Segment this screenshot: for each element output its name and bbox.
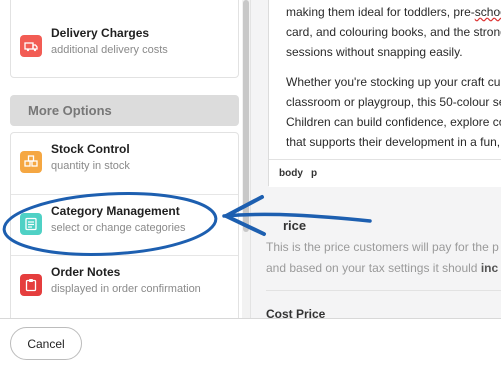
editor-paragraph: making them ideal for toddlers, pre-scho… [286,2,501,62]
editor-paragraph: Whether you're stocking up your craft cu… [286,72,501,152]
editor-text-line: classroom or playgroup, this 50-colour s… [286,95,501,109]
option-title: Stock Control [51,142,130,156]
modal-footer: Cancel [0,318,501,371]
boxes-icon [20,151,42,173]
price-desc-text: and based on your tax settings it should [266,261,481,275]
price-desc-line: and based on your tax settings it should… [266,258,501,279]
editor-text-line: Whether you're stocking up your craft cu… [286,75,501,89]
section-divider [266,290,501,291]
sidebar-scrollbar-thumb[interactable] [243,0,249,232]
option-subtitle: quantity in stock [51,160,130,172]
price-desc-bold: inc [480,261,499,275]
option-title: Category Management [51,204,180,218]
option-stock-control[interactable]: Stock Control quantity in stock [11,133,238,191]
option-delivery-charges[interactable]: Delivery Charges additional delivery cos… [11,17,238,75]
option-category-management[interactable]: Category Management select or change cat… [11,194,238,253]
option-order-notes[interactable]: Order Notes displayed in order confirmat… [11,255,238,314]
editor-text-line: card, and colouring books, and the stron… [286,25,501,39]
price-desc-line: This is the price customers will pay for… [266,240,499,254]
editor-content[interactable]: making them ideal for toddlers, pre-scho… [286,2,501,162]
options-card-bottom: Stock Control quantity in stock Category… [10,132,239,318]
cancel-button[interactable]: Cancel [10,327,82,360]
more-options-header[interactable]: More Options [10,95,239,126]
editor-text-line: sessions without snapping easily. [286,45,463,59]
misspelled-word: schoo [474,5,501,19]
truck-icon [20,35,42,57]
price-description: This is the price customers will pay for… [266,237,501,279]
editor-status-bar: body p [269,159,501,187]
price-title: rice [283,218,307,233]
option-subtitle: displayed in order confirmation [51,283,201,295]
editor-text-line: Children can build confidence, explore c… [286,115,501,129]
editor-text-line: that supports their development in a fun… [286,135,501,149]
option-title: Delivery Charges [51,26,150,40]
options-sidebar: Delivery Charges additional delivery cos… [0,0,251,318]
list-icon [20,213,42,235]
clipboard-icon [20,274,42,296]
element-path-p[interactable]: p [311,168,317,179]
option-title: Order Notes [51,265,121,279]
option-subtitle: select or change categories [51,222,186,234]
option-subtitle: additional delivery costs [51,44,168,56]
editor-text-line: making them ideal for toddlers, pre- [286,5,475,19]
description-editor[interactable]: making them ideal for toddlers, pre-scho… [268,0,501,187]
options-card-top: Delivery Charges additional delivery cos… [10,0,239,78]
element-path-body[interactable]: body [279,168,303,179]
